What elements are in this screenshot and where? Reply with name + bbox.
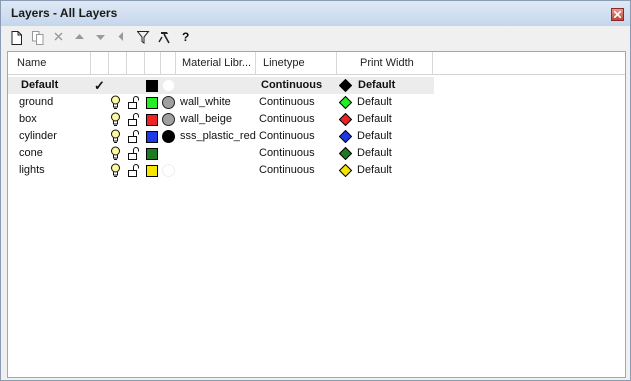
new-layer-button[interactable] bbox=[9, 29, 27, 47]
layer-color-swatch[interactable] bbox=[146, 148, 158, 160]
layer-row[interactable]: box wall_beige Continuous Default bbox=[8, 111, 625, 128]
copy-icon bbox=[32, 31, 44, 45]
table-header: Name Material Libr... Linetype Print Wid… bbox=[8, 52, 625, 75]
material-swatch[interactable] bbox=[162, 130, 175, 143]
column-label: Name bbox=[17, 57, 47, 69]
triangle-down-icon bbox=[96, 35, 105, 40]
linetype-value[interactable]: Continuous bbox=[259, 145, 315, 162]
column-header-name[interactable]: Name bbox=[8, 52, 91, 74]
layer-name[interactable]: Default bbox=[21, 77, 58, 94]
layer-name[interactable]: cylinder bbox=[19, 128, 57, 145]
print-width-value[interactable]: Default bbox=[357, 111, 392, 128]
layer-row[interactable]: Default ✓ Continuous Default bbox=[8, 77, 434, 94]
triangle-left-icon bbox=[118, 32, 123, 41]
move-down-button[interactable] bbox=[93, 29, 111, 47]
layer-row[interactable]: lights Continuous Default bbox=[8, 162, 625, 179]
material-name[interactable]: wall_white bbox=[180, 94, 231, 111]
panel-title: Layers - All Layers bbox=[11, 6, 118, 20]
column-header-current[interactable] bbox=[91, 52, 109, 74]
layer-name[interactable]: ground bbox=[19, 94, 53, 111]
layers-table: Name Material Libr... Linetype Print Wid… bbox=[7, 51, 626, 378]
print-color-diamond-icon[interactable] bbox=[339, 130, 352, 143]
column-header-linetype[interactable]: Linetype bbox=[256, 52, 337, 74]
new-document-icon bbox=[11, 31, 22, 45]
unlocked-padlock-icon[interactable] bbox=[128, 147, 140, 160]
layer-row[interactable]: cone Continuous Default bbox=[8, 145, 625, 162]
print-color-diamond-icon[interactable] bbox=[339, 147, 352, 160]
material-swatch[interactable] bbox=[162, 164, 175, 177]
layer-color-swatch[interactable] bbox=[146, 165, 158, 177]
material-swatch[interactable] bbox=[162, 79, 175, 92]
column-header-on[interactable] bbox=[109, 52, 127, 74]
material-swatch[interactable] bbox=[162, 113, 175, 126]
print-width-value[interactable]: Default bbox=[357, 94, 392, 111]
print-color-diamond-icon[interactable] bbox=[339, 164, 352, 177]
layers-panel: Layers - All Layers ? Name Material Libr… bbox=[0, 0, 631, 381]
linetype-value[interactable]: Continuous bbox=[259, 94, 315, 111]
layer-color-swatch[interactable] bbox=[146, 131, 158, 143]
column-label: Linetype bbox=[263, 57, 305, 69]
lightbulb-icon[interactable] bbox=[110, 95, 121, 110]
print-color-diamond-icon[interactable] bbox=[339, 79, 352, 92]
print-width-value[interactable]: Default bbox=[357, 128, 392, 145]
unlocked-padlock-icon[interactable] bbox=[128, 96, 140, 109]
print-width-value[interactable]: Default bbox=[357, 162, 392, 179]
layers-toolbar: ? bbox=[7, 27, 624, 49]
delete-x-icon bbox=[54, 32, 63, 41]
layer-name[interactable]: lights bbox=[19, 162, 45, 179]
layer-row[interactable]: ground wall_white Continuous Default bbox=[8, 94, 625, 111]
linetype-value[interactable]: Continuous bbox=[259, 128, 315, 145]
material-name[interactable]: sss_plastic_red bbox=[180, 128, 256, 145]
unlocked-padlock-icon[interactable] bbox=[128, 113, 140, 126]
lightbulb-icon[interactable] bbox=[110, 112, 121, 127]
linetype-value[interactable]: Continuous bbox=[259, 162, 315, 179]
lightbulb-icon[interactable] bbox=[110, 163, 121, 178]
print-width-value[interactable]: Default bbox=[357, 145, 392, 162]
layer-color-swatch[interactable] bbox=[146, 97, 158, 109]
close-icon bbox=[614, 11, 621, 18]
triangle-up-icon bbox=[75, 34, 84, 39]
move-parent-button[interactable] bbox=[114, 29, 132, 47]
column-header-print-width[interactable]: Print Width bbox=[337, 52, 433, 74]
print-color-diamond-icon[interactable] bbox=[339, 113, 352, 126]
column-header-lock[interactable] bbox=[127, 52, 145, 74]
delete-button[interactable] bbox=[51, 29, 69, 47]
lightbulb-icon[interactable] bbox=[110, 146, 121, 161]
material-swatch[interactable] bbox=[162, 96, 175, 109]
title-bar: Layers - All Layers bbox=[1, 1, 630, 26]
print-width-value[interactable]: Default bbox=[358, 77, 395, 94]
funnel-icon bbox=[137, 31, 150, 44]
hammer-icon bbox=[158, 32, 170, 44]
lightbulb-icon[interactable] bbox=[110, 129, 121, 144]
column-header-material-swatch[interactable] bbox=[161, 52, 176, 74]
column-label: Print Width bbox=[360, 57, 414, 69]
current-layer-checkmark[interactable]: ✓ bbox=[94, 77, 105, 94]
filter-button[interactable] bbox=[135, 29, 153, 47]
linetype-value[interactable]: Continuous bbox=[259, 111, 315, 128]
help-label: ? bbox=[182, 30, 190, 44]
close-button[interactable] bbox=[611, 8, 624, 21]
column-header-material[interactable]: Material Libr... bbox=[176, 52, 256, 74]
new-sublayer-button[interactable] bbox=[30, 29, 48, 47]
layer-name[interactable]: box bbox=[19, 111, 37, 128]
unlocked-padlock-icon[interactable] bbox=[128, 164, 140, 177]
linetype-value[interactable]: Continuous bbox=[261, 77, 322, 94]
unlocked-padlock-icon[interactable] bbox=[128, 130, 140, 143]
tools-button[interactable] bbox=[156, 29, 174, 47]
layer-color-swatch[interactable] bbox=[146, 80, 158, 92]
layer-color-swatch[interactable] bbox=[146, 114, 158, 126]
print-color-diamond-icon[interactable] bbox=[339, 96, 352, 109]
move-up-button[interactable] bbox=[72, 29, 90, 47]
layer-row[interactable]: cylinder sss_plastic_red Continuous Defa… bbox=[8, 128, 625, 145]
help-button[interactable]: ? bbox=[177, 29, 195, 47]
material-name[interactable]: wall_beige bbox=[180, 111, 232, 128]
column-label: Material Libr... bbox=[182, 57, 252, 69]
column-header-color[interactable] bbox=[145, 52, 161, 74]
layer-name[interactable]: cone bbox=[19, 145, 43, 162]
